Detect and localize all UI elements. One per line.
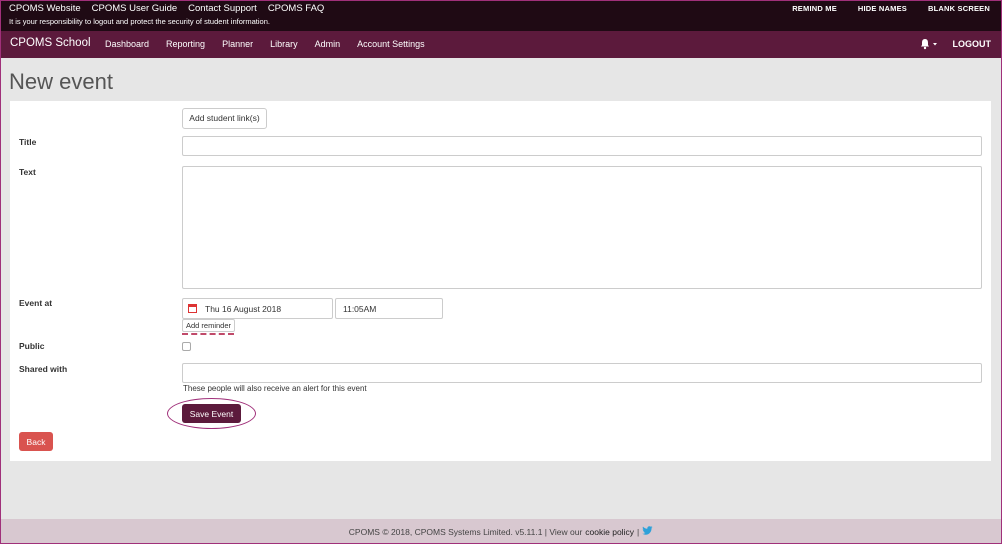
event-form: Add student link(s) Title Text Event at … bbox=[10, 101, 991, 461]
save-event-button[interactable]: Save Event bbox=[182, 404, 241, 423]
date-value: Thu 16 August 2018 bbox=[205, 303, 282, 314]
shared-with-label: Shared with bbox=[19, 364, 68, 374]
date-input[interactable]: Thu 16 August 2018 bbox=[182, 298, 333, 319]
chevron-down-icon bbox=[933, 43, 937, 46]
notifications-dropdown[interactable] bbox=[920, 38, 940, 52]
blank-screen-button[interactable]: BLANK SCREEN bbox=[928, 4, 990, 13]
nav-item-account-settings[interactable]: Account Settings bbox=[357, 39, 425, 49]
cpoms-website-link[interactable]: CPOMS Website bbox=[9, 3, 81, 14]
shared-help-text: These people will also receive an alert … bbox=[183, 384, 367, 393]
top-bar: CPOMS Website CPOMS User Guide Contact S… bbox=[0, 0, 1002, 31]
nav-item-reporting[interactable]: Reporting bbox=[166, 39, 205, 49]
add-reminder-button[interactable]: Add reminder bbox=[182, 319, 236, 332]
footer-separator: | bbox=[636, 526, 640, 537]
calendar-icon bbox=[188, 304, 197, 313]
main-nav: CPOMS School Dashboard Reporting Planner… bbox=[0, 31, 1002, 58]
top-actions: REMIND ME HIDE NAMES BLANK SCREEN bbox=[792, 4, 990, 13]
public-checkbox[interactable] bbox=[182, 342, 191, 351]
nav-menu: Dashboard Reporting Planner Library Admi… bbox=[105, 39, 442, 49]
public-label: Public bbox=[19, 341, 45, 351]
contact-support-link[interactable]: Contact Support bbox=[188, 3, 257, 14]
nav-item-dashboard[interactable]: Dashboard bbox=[105, 39, 149, 49]
event-at-label: Event at bbox=[19, 298, 53, 308]
nav-item-planner[interactable]: Planner bbox=[222, 39, 253, 49]
cpoms-user-guide-link[interactable]: CPOMS User Guide bbox=[92, 3, 178, 14]
time-input[interactable]: 11:05AM bbox=[335, 298, 443, 319]
hide-names-button[interactable]: HIDE NAMES bbox=[858, 4, 907, 13]
cpoms-faq-link[interactable]: CPOMS FAQ bbox=[268, 3, 324, 14]
logout-button[interactable]: LOGOUT bbox=[953, 39, 992, 49]
remind-me-button[interactable]: REMIND ME bbox=[792, 4, 837, 13]
bell-icon bbox=[921, 39, 937, 50]
security-notice: It is your responsibility to logout and … bbox=[9, 17, 270, 26]
top-links: CPOMS Website CPOMS User Guide Contact S… bbox=[9, 3, 324, 14]
title-label: Title bbox=[19, 137, 37, 147]
title-input[interactable] bbox=[182, 136, 982, 156]
footer: CPOMS © 2018, CPOMS Systems Limited. v5.… bbox=[0, 519, 1002, 544]
add-student-link-button[interactable]: Add student link(s) bbox=[182, 108, 267, 129]
cookie-policy-link[interactable]: cookie policy bbox=[585, 527, 634, 537]
nav-item-admin[interactable]: Admin bbox=[315, 39, 341, 49]
brand-link[interactable]: CPOMS School bbox=[10, 37, 91, 49]
shared-with-input[interactable] bbox=[182, 363, 982, 383]
back-button[interactable]: Back bbox=[19, 432, 53, 451]
page-title: New event bbox=[9, 69, 113, 94]
reminder-underline bbox=[182, 333, 234, 335]
nav-item-library[interactable]: Library bbox=[270, 39, 298, 49]
footer-text: CPOMS © 2018, CPOMS Systems Limited. v5.… bbox=[348, 526, 583, 537]
twitter-icon[interactable] bbox=[642, 526, 653, 537]
text-label: Text bbox=[19, 167, 36, 177]
text-area[interactable] bbox=[182, 166, 982, 289]
